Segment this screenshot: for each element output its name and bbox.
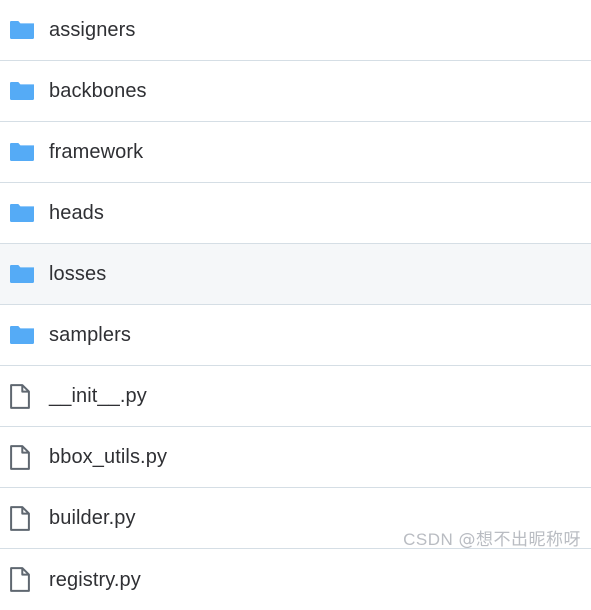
file-list-row[interactable]: backbones — [0, 61, 591, 122]
folder-icon — [10, 322, 36, 348]
file-list-row-label: registry.py — [49, 568, 141, 591]
document-icon — [10, 567, 36, 593]
file-list-row-label: builder.py — [49, 507, 136, 529]
file-list-row[interactable]: bbox_utils.py — [0, 427, 591, 488]
file-list-row-label: framework — [49, 141, 144, 163]
file-list-row[interactable]: samplers — [0, 305, 591, 366]
folder-icon — [10, 17, 36, 43]
file-list-row[interactable]: builder.py — [0, 488, 591, 549]
folder-icon — [10, 78, 36, 104]
file-list-row-label: bbox_utils.py — [49, 446, 168, 468]
file-list-row[interactable]: registry.py — [0, 549, 591, 610]
file-list-row[interactable]: framework — [0, 122, 591, 183]
folder-icon — [10, 261, 36, 287]
document-icon — [10, 505, 36, 531]
file-list-row[interactable]: assigners — [0, 0, 591, 61]
folder-icon — [10, 139, 36, 165]
file-list-row[interactable]: __init__.py — [0, 366, 591, 427]
document-icon — [10, 444, 36, 470]
file-list-row[interactable]: losses — [0, 244, 591, 305]
file-list[interactable]: assigners backbones framework heads losses sa… — [0, 0, 591, 610]
file-list-row-label: losses — [49, 263, 107, 285]
file-list-row-label: __init__.py — [49, 385, 147, 407]
file-list-row-label: samplers — [49, 324, 131, 346]
file-list-row-label: heads — [49, 202, 104, 224]
folder-icon — [10, 200, 36, 226]
file-list-row-label: assigners — [49, 19, 136, 41]
file-list-row[interactable]: heads — [0, 183, 591, 244]
document-icon — [10, 383, 36, 409]
file-list-row-label: backbones — [49, 80, 147, 102]
